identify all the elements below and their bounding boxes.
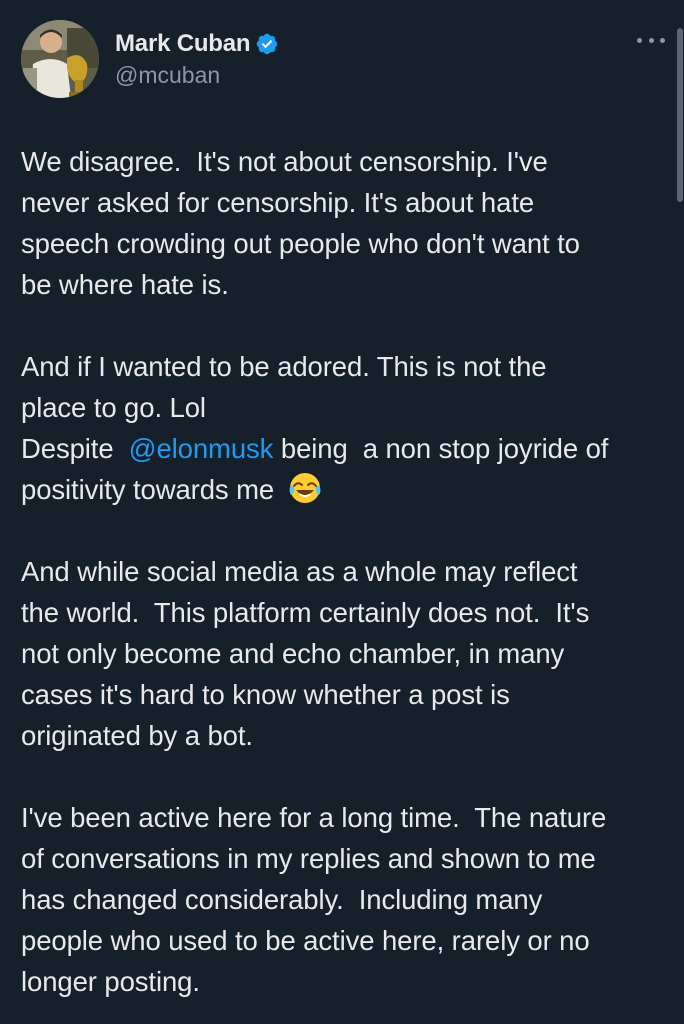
text-line: place to go. Lol (21, 392, 206, 423)
verified-badge-icon[interactable] (255, 32, 279, 56)
tweet-text: We disagree. It's not about censorship. … (21, 141, 671, 1024)
text-line: people who used to be active here, rarel… (21, 925, 590, 956)
avatar[interactable] (21, 20, 99, 98)
text-line: And while social media as a whole may re… (21, 556, 578, 587)
author-handle[interactable]: @mcuban (115, 62, 279, 89)
tweet-paragraph: We disagree. It's not about censorship. … (21, 141, 671, 305)
text-line: be where hate is. (21, 269, 229, 300)
text-fragment: positivity towards me (21, 474, 275, 505)
text-line: cases it's hard to know whether a post i… (21, 679, 510, 710)
display-name[interactable]: Mark Cuban (115, 30, 251, 58)
text-line: positivity towards me (21, 469, 671, 510)
tweet-paragraph: I've been active here for a long time. T… (21, 797, 671, 1002)
more-horizontal-icon-dot (660, 37, 665, 43)
text-line: never asked for censorship. It's about h… (21, 187, 535, 218)
more-options-button[interactable] (637, 30, 665, 50)
display-name-row: Mark Cuban (115, 28, 279, 60)
mention-link[interactable]: @elonmusk (129, 433, 274, 464)
avatar-image (21, 20, 99, 98)
text-line: And if I wanted to be adored. This is no… (21, 351, 547, 382)
text-line: the world. This platform certainly does … (21, 597, 590, 628)
text-line: I've been active here for a long time. T… (21, 802, 607, 833)
text-line: longer posting. (21, 966, 200, 997)
author-names: Mark Cuban @mcuban (115, 28, 279, 89)
text-fragment: being a non stop joyride of (273, 433, 609, 464)
text-line: of conversations in my replies and shown… (21, 843, 596, 874)
more-horizontal-icon-dot (648, 37, 654, 43)
face-with-tears-of-joy-emoji-icon (288, 471, 322, 505)
tweet-paragraph: And while social media as a whole may re… (21, 551, 671, 756)
text-fragment: Despite (21, 433, 129, 464)
text-line-with-mention: Despite @elonmusk being a non stop joyri… (21, 428, 671, 469)
tweet-paragraph: And if I wanted to be adored. This is no… (21, 346, 671, 510)
text-line: originated by a bot. (21, 720, 253, 751)
text-line: We disagree. It's not about censorship. … (21, 146, 548, 177)
text-line: has changed considerably. Including many (21, 884, 543, 915)
tweet-header: Mark Cuban @mcuban (0, 0, 684, 110)
scrollbar-thumb[interactable] (677, 28, 683, 202)
text-line: not only become and echo chamber, in man… (21, 638, 565, 669)
text-line: speech crowding out people who don't wan… (21, 228, 580, 259)
more-horizontal-icon-dot (637, 37, 642, 43)
